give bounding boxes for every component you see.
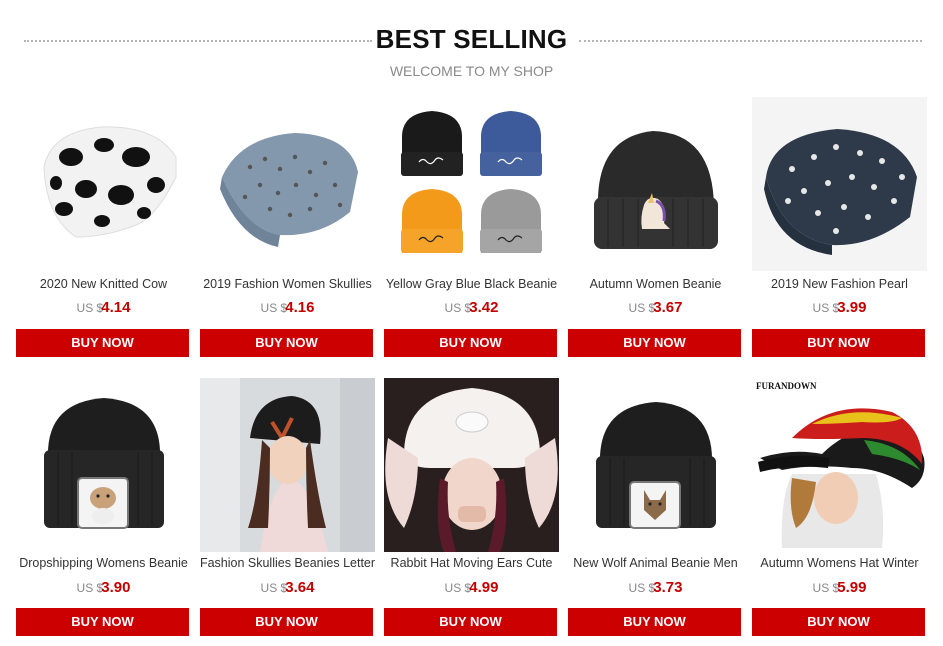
price-currency: US $ (628, 581, 656, 595)
product-name[interactable]: New Wolf Animal Beanie Men (566, 556, 745, 570)
product-price: US $3.64 (200, 579, 375, 597)
buy-now-button[interactable]: BUY NOW (568, 608, 741, 636)
price-currency: US $ (812, 581, 840, 595)
product-price: US $3.90 (16, 579, 191, 597)
product-card: FURANDOWN Autumn Womens Hat Winter US $5… (752, 0, 927, 646)
price-currency: US $ (76, 581, 104, 595)
image-watermark: FURANDOWN (756, 381, 817, 391)
price-amount: 3.64 (285, 579, 315, 596)
product-image-rabbit-hat-model[interactable] (384, 378, 559, 552)
product-image-wolf-beanie[interactable] (568, 378, 743, 552)
price-amount: 3.90 (101, 579, 131, 596)
product-price: US $3.73 (568, 579, 743, 597)
product-image-letter-beanie-model[interactable] (200, 378, 375, 552)
product-image-bulldog-beanie[interactable] (16, 378, 191, 552)
product-name[interactable]: Rabbit Hat Moving Ears Cute (382, 556, 561, 570)
product-price: US $4.99 (384, 579, 559, 597)
price-currency: US $ (444, 581, 472, 595)
product-card: Rabbit Hat Moving Ears Cute US $4.99 BUY… (384, 0, 559, 646)
product-name[interactable]: Autumn Womens Hat Winter (750, 556, 929, 570)
price-amount: 3.73 (653, 579, 683, 596)
product-image-rasta-hat[interactable]: FURANDOWN (752, 378, 927, 552)
price-amount: 4.99 (469, 579, 499, 596)
price-amount: 5.99 (837, 579, 867, 596)
product-name[interactable]: Fashion Skullies Beanies Letter (198, 556, 377, 570)
product-card: New Wolf Animal Beanie Men US $3.73 BUY … (568, 0, 743, 646)
buy-now-button[interactable]: BUY NOW (752, 608, 925, 636)
buy-now-button[interactable]: BUY NOW (200, 608, 373, 636)
product-card: Dropshipping Womens Beanie US $3.90 BUY … (16, 0, 191, 646)
price-currency: US $ (260, 581, 288, 595)
buy-now-button[interactable]: BUY NOW (16, 608, 189, 636)
product-card: Fashion Skullies Beanies Letter US $3.64… (200, 0, 375, 646)
product-price: US $5.99 (752, 579, 927, 597)
buy-now-button[interactable]: BUY NOW (384, 608, 557, 636)
product-name[interactable]: Dropshipping Womens Beanie (14, 556, 193, 570)
